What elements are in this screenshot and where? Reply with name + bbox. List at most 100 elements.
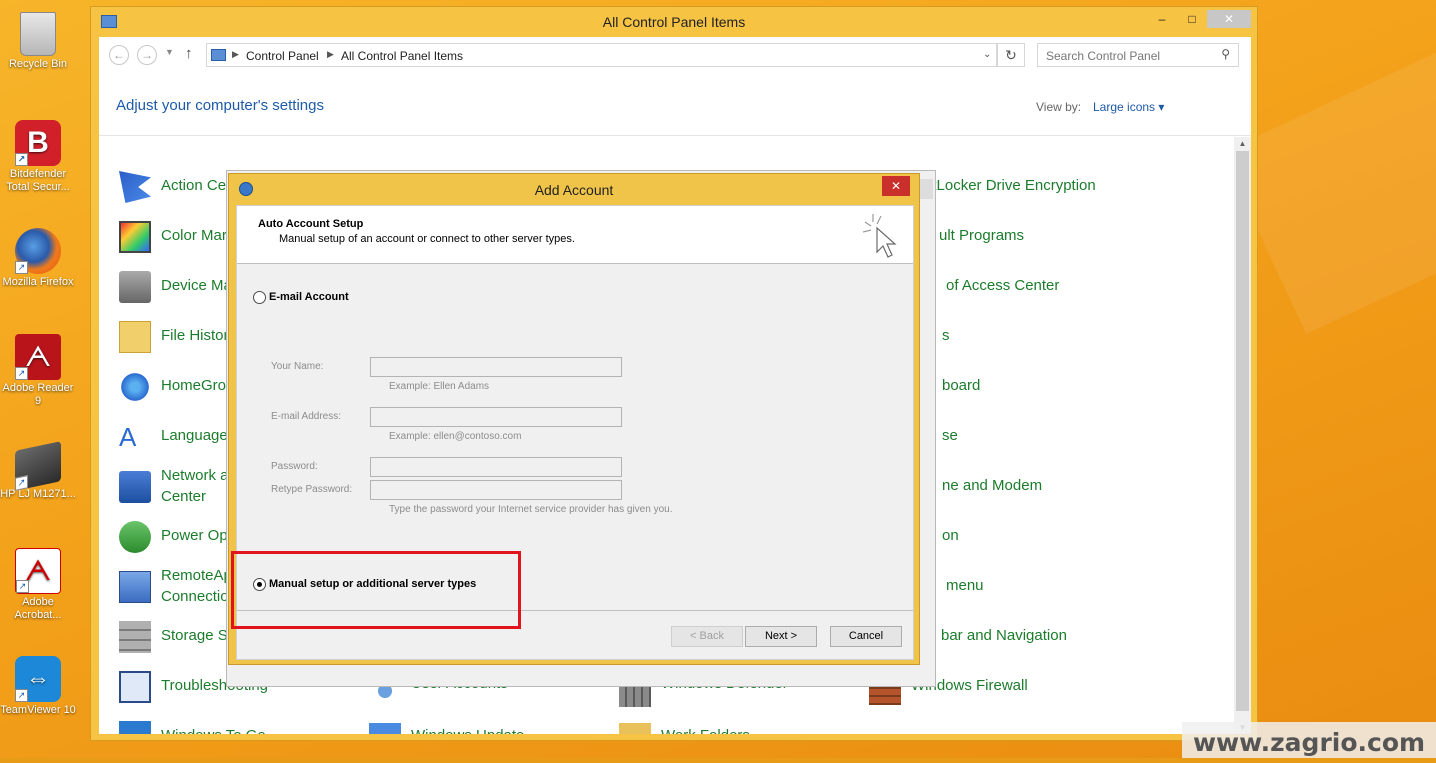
desktop-icon-label: Bitdefender Total Secur... — [6, 168, 70, 193]
desktop-icon-label: Adobe Acrobat... — [14, 596, 62, 621]
next-button[interactable]: Next > — [745, 626, 817, 647]
desktop-icon-hp-scanner[interactable]: ↗ HP LJ M1271... — [0, 441, 76, 501]
desktop-icon-adobe-acrobat[interactable]: ᗅ ↗ Adobe Acrobat... — [0, 548, 76, 622]
cp-item-color-management[interactable]: Color Mar — [161, 225, 227, 246]
password-field — [370, 457, 622, 477]
refresh-icon[interactable]: ↻ — [997, 43, 1025, 67]
search-input[interactable]: Search Control Panel ⚲ — [1037, 43, 1239, 67]
scroll-up-arrow-icon[interactable]: ▲ — [1234, 139, 1251, 148]
up-arrow-icon[interactable]: ↑ — [185, 45, 193, 62]
action-center-icon — [119, 171, 151, 203]
email-address-field — [370, 407, 622, 427]
windows-to-go-icon — [119, 721, 151, 734]
cp-item-homegroup[interactable]: HomeGro — [161, 375, 226, 396]
cp-item-power-options[interactable]: Power Op — [161, 525, 228, 546]
network-center-icon — [119, 471, 151, 503]
work-folders-icon — [619, 723, 651, 734]
cp-item-taskbar-navigation[interactable]: bar and Navigation — [941, 625, 1067, 646]
device-manager-icon — [119, 271, 151, 303]
view-by-dropdown[interactable]: Large icons ▾ — [1093, 100, 1164, 114]
cp-item-network-center[interactable]: Network a Center — [161, 465, 231, 507]
close-button[interactable]: ✕ — [1207, 10, 1251, 28]
cp-item-keyboard[interactable]: board — [942, 375, 980, 396]
email-address-hint: Example: ellen@contoso.com — [389, 431, 522, 442]
desktop-icon-bitdefender[interactable]: B ↗ Bitdefender Total Secur... — [0, 120, 76, 194]
your-name-hint: Example: Ellen Adams — [389, 381, 490, 392]
breadcrumb-control-panel[interactable]: Control Panel — [246, 49, 319, 63]
retype-password-field — [370, 480, 622, 500]
desktop-icon-recycle-bin[interactable]: Recycle Bin — [0, 12, 76, 71]
vertical-scrollbar[interactable]: ▲ ▼ — [1234, 137, 1251, 734]
email-address-label: E-mail Address: — [271, 411, 342, 422]
dialog-header-title: Auto Account Setup — [258, 218, 364, 230]
cp-item-windows-update[interactable]: Windows Update — [411, 725, 524, 734]
breadcrumb-separator-icon: ▶ — [232, 49, 239, 59]
back-button[interactable]: < Back — [671, 626, 743, 647]
cp-item-start-menu[interactable]: menu — [946, 575, 984, 596]
cp-item-fonts[interactable]: s — [942, 325, 950, 346]
cp-item-ease-of-access[interactable]: of Access Center — [946, 275, 1059, 296]
address-bar[interactable]: ▶ Control Panel ▶ All Control Panel Item… — [206, 43, 997, 67]
file-history-icon — [119, 321, 151, 353]
desktop-icon-label: TeamViewer 10 — [0, 704, 76, 716]
cp-item-phone-and-modem[interactable]: ne and Modem — [942, 475, 1042, 496]
your-name-field — [370, 357, 622, 377]
search-icon: ⚲ — [1221, 47, 1230, 61]
window-titlebar[interactable]: All Control Panel Items – □ ✕ — [91, 7, 1257, 37]
breadcrumb-separator-icon: ▶ — [327, 49, 334, 59]
cp-item-mouse[interactable]: se — [942, 425, 958, 446]
homegroup-icon — [119, 371, 151, 403]
back-arrow-icon[interactable]: ← — [109, 45, 129, 65]
cp-item-storage-spaces[interactable]: Storage S — [161, 625, 228, 646]
taskbar-edge — [0, 758, 1436, 763]
power-options-icon — [119, 521, 151, 553]
email-account-label: E-mail Account — [269, 291, 349, 303]
desktop-icon-label: Mozilla Firefox — [2, 276, 74, 288]
maximize-button[interactable]: □ — [1179, 10, 1205, 28]
address-control-panel-icon — [211, 49, 226, 61]
adobe-reader-icon: ᗅ ↗ — [15, 334, 61, 380]
address-dropdown-icon[interactable]: ⌄ — [983, 49, 991, 60]
dialog-header: Auto Account Setup Manual setup of an ac… — [237, 206, 913, 264]
remoteapp-icon — [119, 571, 151, 603]
page-title: Adjust your computer's settings — [116, 97, 324, 114]
cp-item-bitlocker[interactable]: BitLocker Drive Encryption — [919, 175, 1096, 196]
color-management-icon — [119, 221, 151, 253]
adobe-acrobat-icon: ᗅ ↗ — [15, 548, 61, 594]
search-placeholder: Search Control Panel — [1046, 49, 1161, 63]
desktop-icon-teamviewer[interactable]: ⇔ ↗ TeamViewer 10 — [0, 656, 76, 717]
desktop-icon-firefox[interactable]: ↗ Mozilla Firefox — [0, 228, 76, 289]
cancel-button[interactable]: Cancel — [830, 626, 902, 647]
desktop-icon-adobe-reader[interactable]: ᗅ ↗ Adobe Reader 9 — [0, 334, 76, 408]
recent-dropdown-icon[interactable]: ▼ — [165, 47, 174, 57]
desktop-icon-label: Adobe Reader 9 — [2, 382, 74, 407]
dialog-header-subtitle: Manual setup of an account or connect to… — [279, 233, 575, 245]
cp-item-region[interactable]: on — [942, 525, 959, 546]
header-divider — [99, 135, 1251, 136]
breadcrumb-all-items[interactable]: All Control Panel Items — [341, 49, 463, 63]
view-by-label: View by: — [1036, 100, 1082, 114]
dialog-close-icon[interactable]: ✕ — [882, 176, 910, 196]
firefox-icon: ↗ — [15, 228, 61, 274]
cp-item-remoteapp[interactable]: RemoteAp Connectio — [161, 565, 233, 607]
troubleshooting-icon — [119, 671, 151, 703]
scanner-icon: ↗ — [15, 441, 61, 491]
email-account-radio[interactable] — [253, 291, 266, 304]
dialog-title: Add Account — [534, 182, 614, 198]
watermark: www.zagrio.com — [1182, 722, 1436, 763]
bitdefender-icon: B ↗ — [15, 120, 61, 166]
forward-arrow-icon[interactable]: → — [137, 45, 157, 65]
windows-update-icon — [369, 723, 401, 734]
pointer-click-icon — [863, 214, 897, 258]
cp-item-language[interactable]: Language — [161, 425, 228, 446]
navigation-bar: ← → ▼ ↑ ▶ Control Panel ▶ All Control Pa… — [99, 43, 1251, 67]
cp-item-action-center[interactable]: Action Ce — [161, 175, 226, 196]
scrollbar-thumb[interactable] — [1236, 151, 1249, 711]
cp-item-file-history[interactable]: File Histor — [161, 325, 229, 346]
cp-item-device-manager[interactable]: Device Ma — [161, 275, 232, 296]
annotation-highlight-box — [231, 551, 521, 629]
cp-item-default-programs[interactable]: ult Programs — [939, 225, 1024, 246]
cp-item-windows-to-go[interactable]: Windows To Go — [161, 725, 266, 734]
cp-item-work-folders[interactable]: Work Folders — [661, 725, 750, 734]
minimize-button[interactable]: – — [1149, 10, 1175, 28]
